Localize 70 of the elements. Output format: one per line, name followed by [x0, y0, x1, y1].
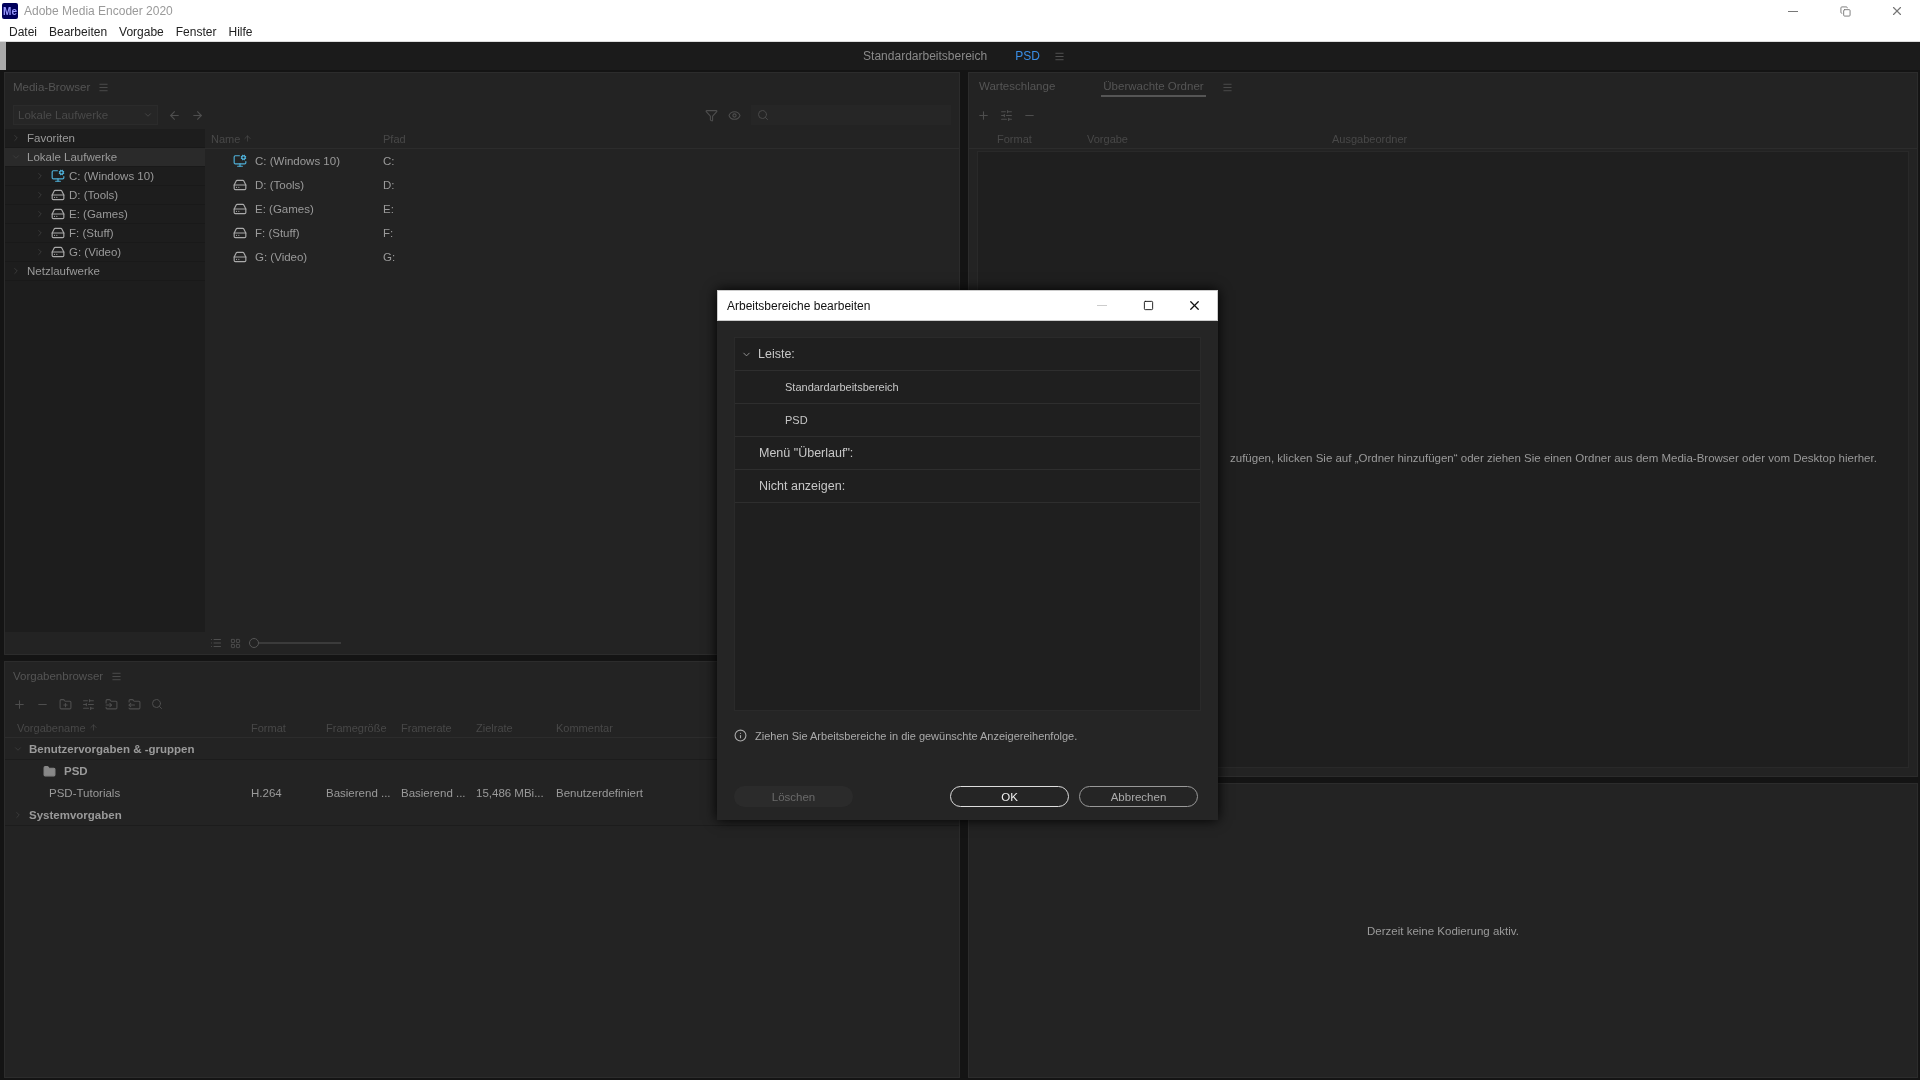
restore-icon — [1839, 5, 1851, 17]
table-cell: PSD — [5, 764, 245, 778]
table-cell-text: H.264 — [250, 787, 283, 799]
info-icon — [734, 729, 747, 742]
tree-item[interactable]: D: (Tools) — [5, 186, 205, 205]
table-cell-text: F: — [382, 227, 395, 239]
menu-icon[interactable] — [1053, 50, 1065, 62]
table-cell-text: Benutzerdefiniert — [555, 787, 644, 799]
workspace-section[interactable]: Leiste: — [735, 338, 1200, 371]
menu-item[interactable]: Fenster — [169, 21, 223, 42]
app-logo: Me — [2, 3, 18, 19]
menu-item[interactable]: Bearbeiten — [43, 21, 114, 42]
maximize-icon — [1142, 300, 1154, 311]
settings-icon[interactable] — [1000, 108, 1013, 122]
dialog-title: Arbeitsbereiche bearbeiten — [727, 298, 872, 313]
table-cell: D: (Tools) — [205, 178, 377, 192]
folder-icon — [43, 764, 56, 778]
workspace-section[interactable]: Nicht anzeigen: — [735, 470, 1200, 503]
workspace-item[interactable]: Standardarbeitsbereich — [735, 371, 1200, 404]
menu-icon[interactable] — [111, 670, 123, 682]
table-cell-text: D: — [382, 179, 396, 191]
new-folder-icon[interactable] — [59, 697, 72, 711]
add-icon[interactable] — [13, 697, 26, 711]
empty-hint: zufügen, klicken Sie auf „Ordner hinzufügen“ oder ziehen Sie einen Ordner aus dem Media-Browser oder vom Desktop hierher. — [1230, 452, 1878, 464]
eye-icon[interactable] — [728, 108, 741, 122]
menu-item[interactable]: Datei — [3, 21, 43, 42]
search-icon — [757, 109, 769, 121]
tree-item[interactable]: G: (Video) — [5, 243, 205, 262]
list-view-icon[interactable] — [210, 637, 222, 649]
grid-view-icon[interactable] — [230, 637, 241, 649]
tree-item[interactable]: F: (Stuff) — [5, 224, 205, 243]
tree-item[interactable]: E: (Games) — [5, 205, 205, 224]
add-icon[interactable] — [977, 108, 990, 122]
table-cell-text: C: — [382, 155, 396, 167]
workspace-item[interactable]: PSD — [735, 404, 1200, 437]
menu-item[interactable]: Vorgabe — [113, 21, 170, 42]
menu-icon[interactable] — [98, 81, 110, 93]
filter-icon[interactable] — [705, 108, 718, 122]
menu-icon[interactable] — [1221, 81, 1233, 93]
tree-item[interactable]: C: (Windows 10) — [5, 167, 205, 186]
table-cell: G: (Video) — [205, 250, 377, 264]
zoom-slider-thumb[interactable] — [249, 638, 259, 648]
import-icon[interactable] — [105, 697, 118, 711]
close-icon — [1890, 4, 1904, 18]
minimize-icon — [1788, 10, 1798, 12]
sort-arrow-icon — [243, 134, 253, 143]
back-icon[interactable] — [168, 108, 181, 122]
table-cell: E: (Games) — [205, 202, 377, 216]
table-cell-text: Basierend ... — [400, 787, 467, 799]
settings-icon[interactable] — [82, 697, 95, 711]
window-title: Adobe Media Encoder 2020 — [24, 4, 174, 18]
table-cell-text: 15,486 MBi... — [475, 787, 545, 799]
export-icon[interactable] — [128, 697, 141, 711]
table-cell: F: (Stuff) — [205, 226, 377, 240]
workspace-tab[interactable]: PSD — [1001, 42, 1054, 70]
tree-item[interactable]: Lokale Laufwerke — [5, 148, 205, 167]
forward-icon[interactable] — [191, 108, 204, 122]
tree-item[interactable]: Netzlaufwerke — [5, 262, 205, 281]
table-cell-text: E: — [382, 203, 395, 215]
table-cell-text: PSD-Tutorials — [48, 787, 122, 799]
encoding-status: Derzeit keine Kodierung aktiv. — [1367, 924, 1519, 937]
minimize-icon — [1097, 305, 1107, 306]
table-cell-text: Basierend ... — [325, 787, 392, 799]
table-cell-text: G: — [382, 251, 397, 263]
workspace-section[interactable]: Menü "Überlauf": — [735, 437, 1200, 470]
workspace-tab[interactable]: Standardarbeitsbereich — [849, 42, 1002, 70]
sort-arrow-icon — [88, 723, 98, 732]
table-cell: C: (Windows 10) — [205, 154, 377, 168]
search-icon[interactable] — [151, 698, 163, 710]
menu-item[interactable]: Hilfe — [222, 21, 259, 42]
